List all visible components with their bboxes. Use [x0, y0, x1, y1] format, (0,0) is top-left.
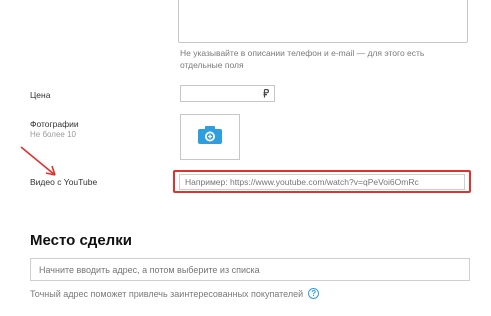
photos-sublabel: Не более 10	[30, 130, 76, 139]
address-hint-text: Точный адрес поможет привлечь заинтересо…	[30, 288, 304, 299]
price-input[interactable]	[180, 85, 275, 102]
address-hint: Точный адрес поможет привлечь заинтересо…	[30, 288, 320, 299]
youtube-url-input[interactable]	[179, 174, 465, 190]
ruble-icon	[263, 88, 269, 98]
help-icon[interactable]: ?	[308, 288, 320, 299]
photos-label: Фотографии	[30, 119, 79, 129]
address-input[interactable]	[30, 258, 470, 281]
description-textarea[interactable]	[178, 0, 468, 43]
video-label: Видео с YouTube	[30, 177, 98, 187]
add-photo-button[interactable]	[180, 114, 240, 160]
description-hint: Не указывайте в описании телефон и e-mai…	[180, 48, 425, 70]
price-label: Цена	[30, 90, 51, 100]
camera-icon	[197, 125, 223, 150]
deal-place-title: Место сделки	[30, 232, 132, 249]
